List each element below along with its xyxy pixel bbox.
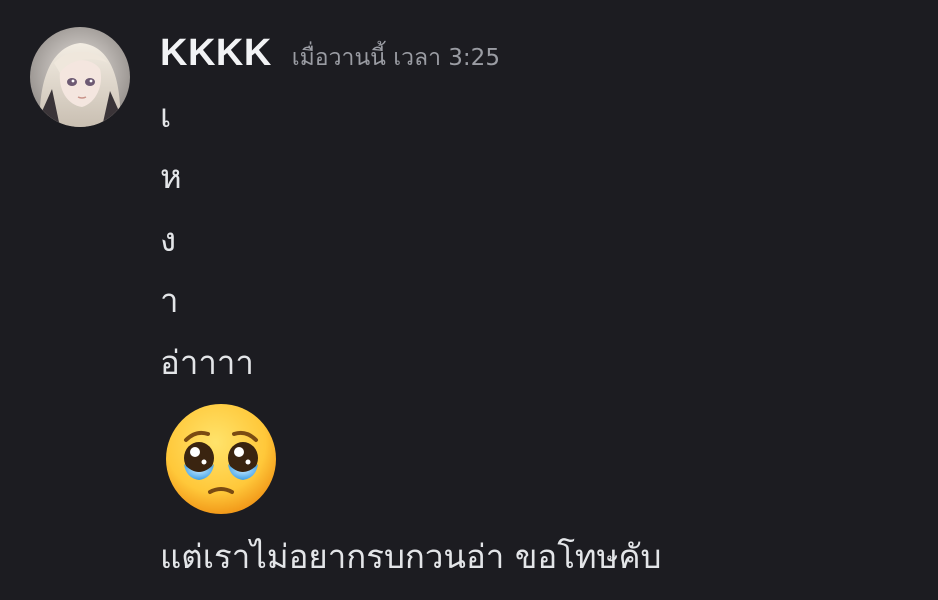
- message-line-4: า: [160, 281, 179, 320]
- message-line-3: ง: [160, 220, 177, 259]
- message-line-2: ห: [160, 157, 182, 196]
- message-header: KKKK เมื่อวานนี้ เวลา 3:25: [160, 28, 500, 78]
- user-avatar[interactable]: [30, 27, 130, 127]
- message-line-1: เ: [160, 96, 172, 135]
- message-line-5: อ่าาาา: [160, 343, 254, 382]
- avatar-image: [30, 27, 130, 127]
- message-line-final: แต่เราไม่อยากรบกวนอ่า ขอโทษคับ: [160, 537, 662, 576]
- message-timestamp[interactable]: เมื่อวานนี้ เวลา 3:25: [292, 33, 500, 83]
- chat-message: KKKK เมื่อวานนี้ เวลา 3:25 เ ห ง า อ่าาา…: [0, 0, 938, 600]
- pleading-face-emoji[interactable]: [164, 402, 278, 516]
- username[interactable]: KKKK: [160, 28, 272, 78]
